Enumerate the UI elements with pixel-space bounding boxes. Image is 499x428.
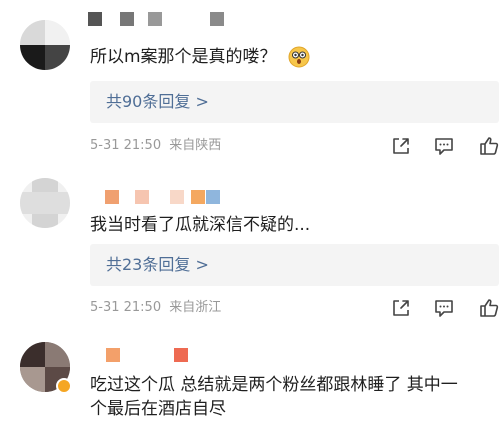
replies-box[interactable]: 共90条回复 > bbox=[90, 81, 499, 123]
comment-text-line-2: 个最后在酒店自尽 bbox=[90, 399, 226, 419]
timestamp: 5-31 21:50 bbox=[90, 138, 162, 153]
comment-icon[interactable] bbox=[433, 297, 455, 319]
comment-text-line-1: 吃过这个瓜 总结就是两个粉丝都跟林睡了 其中一 bbox=[90, 375, 458, 395]
comment-item-2: 我当时看了瓜就深信不疑的... 共23条回复 > 5-31 21:50 来自浙江 bbox=[0, 170, 499, 330]
avatar[interactable] bbox=[20, 20, 70, 70]
timestamp: 5-31 21:50 bbox=[90, 300, 162, 315]
replies-box[interactable]: 共23条回复 > bbox=[90, 244, 499, 286]
share-icon[interactable] bbox=[390, 297, 412, 319]
comment-item-1: 所以m案那个是真的喽？ 共90条回复 > 5-31 21:50 来自陕西 bbox=[0, 0, 499, 170]
thumbs-up-icon[interactable] bbox=[478, 297, 499, 319]
comment-item-3: 吃过这个瓜 总结就是两个粉丝都跟林睡了 其中一 个最后在酒店自尽 bbox=[0, 330, 499, 428]
avatar[interactable] bbox=[20, 178, 70, 228]
username-redacted[interactable] bbox=[88, 190, 238, 204]
comment-text: 吃过这个瓜 总结就是两个粉丝都跟林睡了 其中一 个最后在酒店自尽 bbox=[90, 373, 458, 421]
view-replies-link[interactable]: 共23条回复 > bbox=[106, 254, 209, 276]
location: 来自陕西 bbox=[169, 138, 222, 153]
location: 来自浙江 bbox=[169, 300, 222, 315]
vip-badge-icon bbox=[56, 378, 72, 394]
share-icon[interactable] bbox=[390, 135, 412, 157]
username-redacted[interactable] bbox=[88, 12, 238, 26]
astonished-emoji-icon bbox=[288, 46, 310, 68]
view-replies-link[interactable]: 共90条回复 > bbox=[106, 91, 209, 113]
username-redacted[interactable] bbox=[88, 348, 198, 362]
comment-text: 所以m案那个是真的喽？ bbox=[90, 45, 310, 69]
comment-text: 我当时看了瓜就深信不疑的... bbox=[90, 215, 311, 235]
comment-meta: 5-31 21:50 来自浙江 bbox=[90, 299, 225, 317]
thumbs-up-icon[interactable] bbox=[478, 135, 499, 157]
comment-icon[interactable] bbox=[433, 135, 455, 157]
comment-meta: 5-31 21:50 来自陕西 bbox=[90, 137, 225, 155]
